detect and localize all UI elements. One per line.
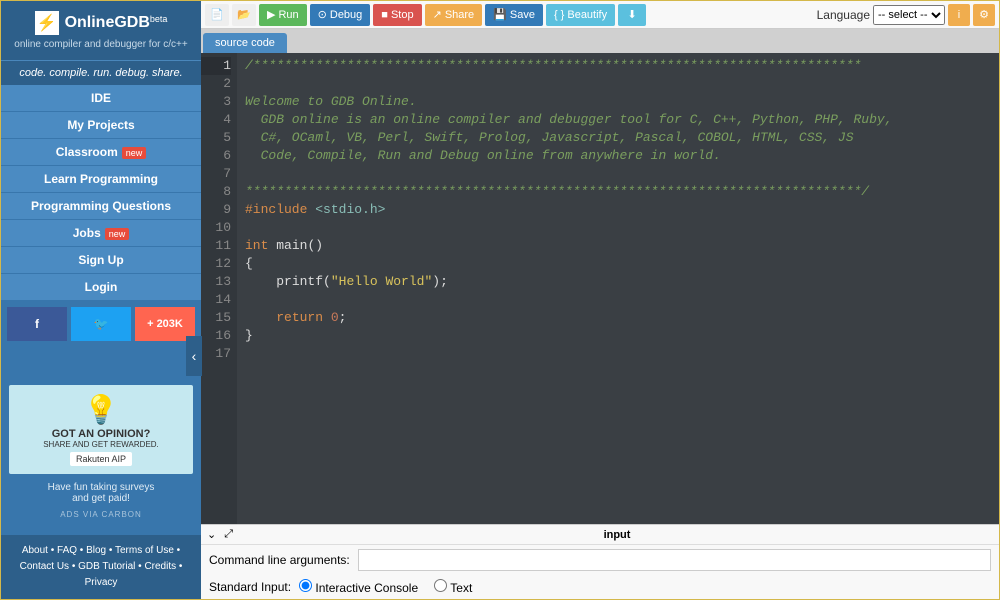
nav-classroom[interactable]: Classroomnew [1, 139, 201, 166]
nav-questions[interactable]: Programming Questions [1, 193, 201, 220]
cmd-args-input[interactable] [358, 549, 991, 571]
sidebar: ⚡ OnlineGDBbeta online compiler and debu… [1, 1, 201, 599]
settings-button[interactable]: ⚙ [973, 4, 995, 26]
stop-button[interactable]: ■Stop [373, 4, 421, 26]
collapse-panel-icon[interactable]: ⌄ [207, 528, 216, 541]
folder-icon: 📂 [237, 8, 251, 21]
play-icon: ▶ [267, 8, 275, 21]
braces-icon: { } [554, 9, 564, 21]
footer-faq[interactable]: FAQ [57, 545, 77, 556]
share-button[interactable]: ↗Share [425, 4, 483, 26]
nav-learn[interactable]: Learn Programming [1, 166, 201, 193]
ad-box[interactable]: 💡 GOT AN OPINION? SHARE AND GET REWARDED… [9, 385, 193, 474]
main-area: 📄 📂 ▶Run ⊙Debug ■Stop ↗Share 💾Save { }Be… [201, 1, 999, 599]
language-select[interactable]: -- select -- [873, 5, 945, 25]
footer-tutorial[interactable]: GDB Tutorial [78, 561, 135, 572]
logo-area: ⚡ OnlineGDBbeta online compiler and debu… [1, 1, 201, 60]
ad-via: ADS VIA CARBON [9, 510, 193, 519]
stdin-interactive-option[interactable]: Interactive Console [299, 579, 418, 595]
new-file-button[interactable]: 📄 [205, 4, 229, 26]
cmd-args-label: Command line arguments: [209, 553, 350, 567]
ad-caption: Have fun taking surveysand get paid! [9, 482, 193, 504]
footer-blog[interactable]: Blog [86, 545, 106, 556]
footer-links: About • FAQ • Blog • Terms of Use • Cont… [1, 535, 201, 599]
nav-signup[interactable]: Sign Up [1, 247, 201, 274]
share-count: 203K [157, 318, 183, 330]
footer-terms[interactable]: Terms of Use [115, 545, 174, 556]
footer-privacy[interactable]: Privacy [85, 577, 118, 588]
save-icon: 💾 [493, 8, 507, 21]
language-label: Language [817, 8, 870, 22]
info-button[interactable]: i [948, 4, 970, 26]
plus-icon: + [147, 318, 153, 330]
beautify-button[interactable]: { }Beautify [546, 4, 615, 26]
save-button[interactable]: 💾Save [485, 4, 543, 26]
logo-subtitle: online compiler and debugger for c/c++ [9, 39, 193, 50]
nav-my-projects[interactable]: My Projects [1, 112, 201, 139]
sidebar-collapse-icon[interactable]: ‹ [186, 336, 202, 376]
debug-icon: ⊙ [318, 8, 327, 21]
tagline: code. compile. run. debug. share. [1, 60, 201, 85]
ad-brand: Rakuten AIP [70, 452, 132, 466]
panel-title: input [241, 529, 993, 541]
social-row: f 🐦 + 203K [1, 301, 201, 347]
footer-credits[interactable]: Credits [144, 561, 176, 572]
footer-about[interactable]: About [22, 545, 48, 556]
badge-new: new [105, 228, 130, 240]
debug-button[interactable]: ⊙Debug [310, 4, 371, 26]
logo-icon: ⚡ [35, 11, 59, 35]
ad-area: 💡 GOT AN OPINION? SHARE AND GET REWARDED… [1, 377, 201, 535]
tab-source-code[interactable]: source code [203, 33, 287, 53]
nav-login[interactable]: Login [1, 274, 201, 301]
nav-ide[interactable]: IDE [1, 85, 201, 112]
info-icon: i [958, 9, 960, 21]
twitter-button[interactable]: 🐦 [71, 307, 131, 341]
code-editor[interactable]: 1234567891011121314151617 /*************… [201, 53, 999, 524]
bottom-panel: ⌄ ⤢ input Command line arguments: Standa… [201, 524, 999, 599]
logo-title: OnlineGDB [65, 14, 150, 31]
line-gutter: 1234567891011121314151617 [201, 53, 237, 524]
run-button[interactable]: ▶Run [259, 4, 307, 26]
download-icon: ⬇ [628, 8, 637, 21]
toolbar: 📄 📂 ▶Run ⊙Debug ■Stop ↗Share 💾Save { }Be… [201, 1, 999, 29]
open-file-button[interactable]: 📂 [232, 4, 256, 26]
ad-sub: SHARE AND GET REWARDED. [13, 440, 189, 449]
footer-contact[interactable]: Contact Us [20, 561, 69, 572]
nav-jobs[interactable]: Jobsnew [1, 220, 201, 247]
logo-beta: beta [150, 14, 168, 24]
badge-new: new [122, 147, 147, 159]
stdin-text-option[interactable]: Text [434, 579, 472, 595]
code-content[interactable]: /***************************************… [237, 53, 999, 524]
ad-heading: GOT AN OPINION? [13, 428, 189, 440]
stdin-label: Standard Input: [209, 580, 291, 594]
gear-icon: ⚙ [979, 8, 989, 21]
download-button[interactable]: ⬇ [618, 4, 646, 26]
share-icon: ↗ [433, 8, 442, 21]
stop-icon: ■ [381, 9, 388, 21]
expand-panel-icon[interactable]: ⤢ [224, 528, 233, 541]
bulb-icon: 💡 [13, 393, 189, 426]
facebook-button[interactable]: f [7, 307, 67, 341]
file-icon: 📄 [210, 8, 224, 21]
tab-bar: source code [201, 29, 999, 53]
